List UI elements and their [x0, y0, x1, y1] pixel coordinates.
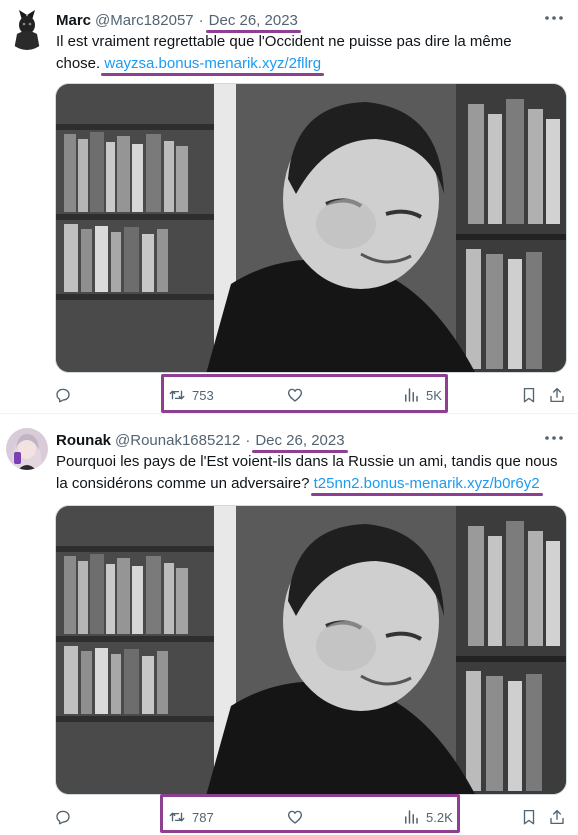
tweet-header: Rounak @Rounak1685212 · Dec 26, 2023	[56, 430, 348, 453]
user-handle[interactable]: @Rounak1685212	[115, 432, 240, 449]
tweet-text-line-2: la considérons comme un adversaire? t25n…	[56, 473, 566, 496]
reply-icon	[56, 388, 70, 403]
tweet-link-text: t25nn2.bonus-menarik.xyz/b0r6y2	[313, 475, 540, 492]
action-bar: 787 5.2K	[0, 794, 578, 835]
tweet-1[interactable]: Marc @Marc182057 · Dec 26, 2023 Il est v…	[0, 0, 578, 414]
actions-highlight-box	[161, 374, 448, 413]
tweet-text: Pourquoi les pays de l'Est voient-ils da…	[56, 451, 566, 496]
display-name[interactable]: Marc	[56, 12, 91, 29]
tweet-photo[interactable]	[55, 505, 567, 795]
tweet-photo[interactable]	[55, 83, 567, 373]
user-handle[interactable]: @Marc182057	[95, 12, 194, 29]
tweet-date[interactable]: Dec 26, 2023	[252, 431, 348, 453]
reply-button[interactable]	[54, 377, 72, 413]
reply-icon	[56, 810, 70, 825]
separator: ·	[198, 11, 204, 29]
bookmark-icon	[523, 387, 535, 403]
bookmark-button[interactable]	[520, 799, 538, 835]
display-name[interactable]: Rounak	[56, 432, 111, 449]
tweet-link-text: wayzsa.bonus-menarik.xyz/2fllrg	[104, 55, 322, 72]
share-icon	[550, 809, 564, 825]
share-button[interactable]	[548, 799, 566, 835]
reply-button[interactable]	[54, 799, 72, 835]
bookmark-icon	[523, 809, 535, 825]
tweet-text-line-1: Pourquoi les pays de l'Est voient-ils da…	[56, 453, 558, 470]
tweet-header: Marc @Marc182057 · Dec 26, 2023	[56, 10, 301, 33]
avatar[interactable]	[6, 428, 48, 470]
tweet-text-line-1: Il est vraiment regrettable que l'Occide…	[56, 33, 512, 50]
link-highlight-underline	[310, 493, 543, 496]
avatar[interactable]	[6, 8, 48, 50]
share-button[interactable]	[548, 377, 566, 413]
tweet-date-text: Dec 26, 2023	[208, 11, 298, 29]
separator: ·	[245, 431, 251, 449]
actions-highlight-box	[160, 794, 460, 833]
share-icon	[550, 387, 564, 403]
tweet-link[interactable]: wayzsa.bonus-menarik.xyz/2fllrg	[101, 55, 325, 76]
tweet-text-prefix: la considérons comme un adversaire?	[56, 475, 310, 492]
tweet-text-prefix: chose.	[56, 55, 101, 72]
tweet-link[interactable]: t25nn2.bonus-menarik.xyz/b0r6y2	[310, 475, 543, 496]
tweet-date-text: Dec 26, 2023	[255, 431, 345, 449]
tweet-2[interactable]: Rounak @Rounak1685212 · Dec 26, 2023 Pou…	[0, 414, 578, 833]
action-bar: 753 5K	[0, 374, 578, 413]
tweet-date[interactable]: Dec 26, 2023	[205, 11, 301, 33]
tweet-text-line-2: chose. wayzsa.bonus-menarik.xyz/2fllrg	[56, 53, 566, 76]
more-icon[interactable]	[542, 8, 566, 28]
link-highlight-underline	[101, 73, 325, 76]
bookmark-button[interactable]	[520, 377, 538, 413]
tweet-text: Il est vraiment regrettable que l'Occide…	[56, 31, 566, 76]
more-icon[interactable]	[542, 428, 566, 448]
